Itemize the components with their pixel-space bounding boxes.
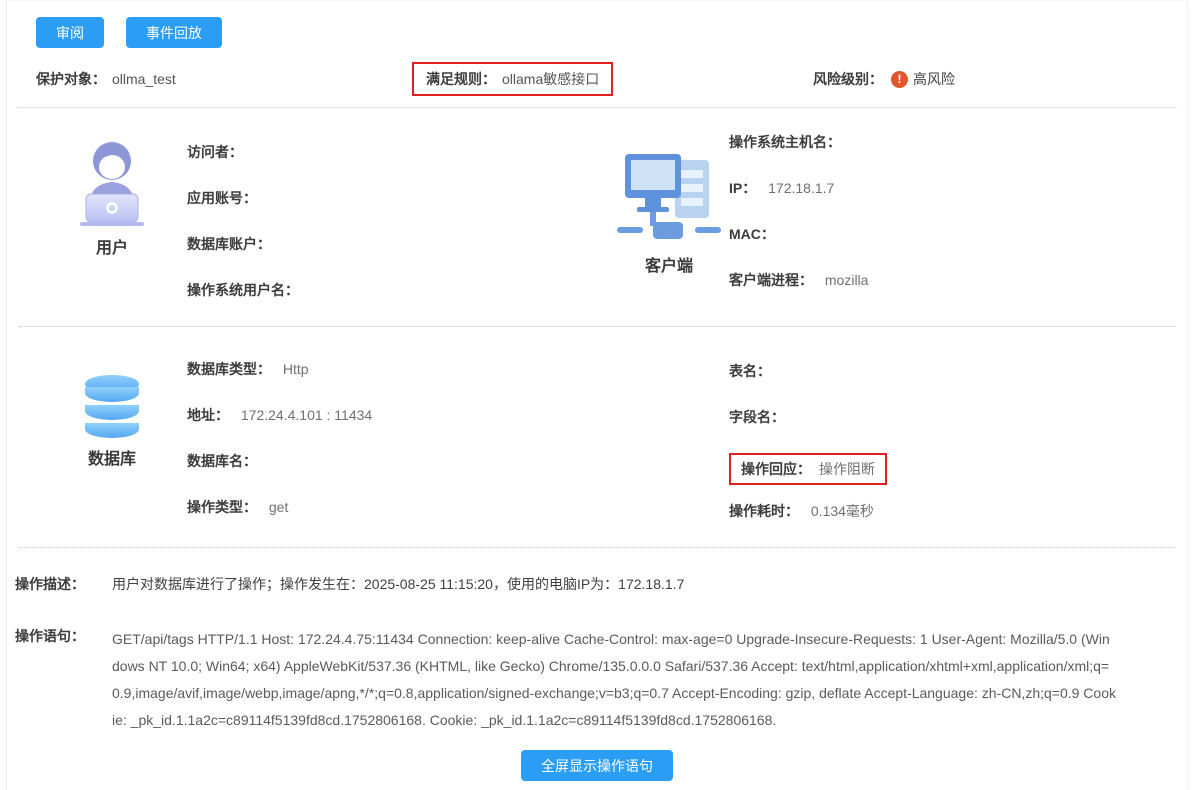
client-fields: 操作系统主机名： IP： 172.18.1.7 MAC： 客户端进程： mozi…: [729, 108, 1187, 326]
empty-icon-slot: [609, 329, 729, 547]
field-db-name: 数据库名：: [187, 451, 597, 471]
event-detail-panel: 审阅 事件回放 保护对象： ollma_test 满足规则： ollama敏感接…: [6, 0, 1188, 790]
operation-description-value: 用户对数据库进行了操作；操作发生在：2025-08-25 11:15:20，使用…: [112, 574, 684, 594]
field-operation-response: 操作回应： 操作阻断: [729, 453, 1187, 485]
risk-level-value: 高风险: [913, 69, 955, 89]
summary-row: 保护对象： ollma_test 满足规则： ollama敏感接口 风险级别： …: [36, 61, 1187, 97]
field-operation-type: 操作类型： get: [187, 497, 597, 517]
field-os-username: 操作系统用户名：: [187, 280, 597, 300]
field-operation-duration: 操作耗时： 0.134毫秒: [729, 501, 1187, 521]
matched-rule-highlight: 满足规则： ollama敏感接口: [412, 62, 613, 96]
event-replay-button[interactable]: 事件回放: [126, 17, 222, 48]
field-ip: IP： 172.18.1.7: [729, 178, 1187, 198]
toolbar: 审阅 事件回放: [7, 1, 1187, 48]
database-icon: [37, 373, 187, 439]
field-column-name: 字段名：: [729, 407, 1187, 427]
user-fields: 访问者： 应用账号： 数据库账户： 操作系统用户名：: [187, 108, 597, 326]
field-os-hostname: 操作系统主机名：: [729, 132, 1187, 152]
user-caption: 用户: [37, 234, 187, 258]
database-caption: 数据库: [37, 445, 187, 469]
protect-object-label: 保护对象：: [36, 69, 106, 89]
database-block-left: 数据库 数据库类型： Http 地址： 172.24.4.101 : 11434…: [7, 329, 597, 547]
database-right-fields: 表名： 字段名： 操作回应： 操作阻断 操作耗时： 0.134毫秒: [729, 329, 1187, 547]
exclamation-circle-icon: [891, 71, 908, 88]
client-caption: 客户端: [609, 252, 729, 276]
field-visitor: 访问者：: [187, 142, 597, 162]
database-left-fields: 数据库类型： Http 地址： 172.24.4.101 : 11434 数据库…: [187, 329, 597, 547]
matched-rule-value: ollama敏感接口: [502, 69, 599, 89]
operation-response-highlight: 操作回应： 操作阻断: [729, 453, 887, 485]
matched-rule-label: 满足规则：: [426, 69, 496, 89]
return-result-row: 返回结果： 无返回结果: [7, 781, 1187, 790]
database-block-right: 表名： 字段名： 操作回应： 操作阻断 操作耗时： 0.134毫秒: [597, 329, 1187, 547]
field-client-process: 客户端进程： mozilla: [729, 270, 1187, 290]
field-db-type: 数据库类型： Http: [187, 359, 597, 379]
field-app-account: 应用账号：: [187, 188, 597, 208]
client-block: 客户端 操作系统主机名： IP： 172.18.1.7 MAC： 客户端进程： …: [597, 108, 1187, 326]
review-button[interactable]: 审阅: [36, 17, 104, 48]
database-icon-slot: 数据库: [37, 329, 187, 547]
operation-description-row: 操作描述： 用户对数据库进行了操作；操作发生在：2025-08-25 11:15…: [7, 548, 1187, 594]
risk-level: 风险级别： 高风险: [813, 69, 955, 89]
operation-statement-value: GET/api/tags HTTP/1.1 Host: 172.24.4.75:…: [112, 626, 1117, 734]
operation-description-label: 操作描述：: [15, 574, 112, 594]
client-icon: [609, 146, 729, 246]
protect-object-value: ollma_test: [112, 71, 176, 87]
field-table-name: 表名：: [729, 361, 1187, 381]
user-icon: [37, 136, 187, 228]
fullscreen-button-wrap: 全屏显示操作语句: [7, 750, 1187, 781]
protect-object: 保护对象： ollma_test: [36, 69, 396, 89]
client-icon-slot: 客户端: [609, 108, 729, 326]
operation-statement-row: 操作语句： GET/api/tags HTTP/1.1 Host: 172.24…: [7, 594, 1187, 734]
field-db-account: 数据库账户：: [187, 234, 597, 254]
field-mac: MAC：: [729, 224, 1187, 244]
user-icon-slot: 用户: [37, 108, 187, 326]
database-section: 数据库 数据库类型： Http 地址： 172.24.4.101 : 11434…: [7, 327, 1187, 547]
user-block: 用户 访问者： 应用账号： 数据库账户： 操作系统用户名：: [7, 108, 597, 326]
field-address: 地址： 172.24.4.101 : 11434: [187, 405, 597, 425]
risk-level-label: 风险级别：: [813, 69, 883, 89]
fullscreen-statement-button[interactable]: 全屏显示操作语句: [521, 750, 673, 781]
operation-statement-label: 操作语句：: [15, 626, 112, 734]
user-client-section: 用户 访问者： 应用账号： 数据库账户： 操作系统用户名：: [7, 108, 1187, 326]
